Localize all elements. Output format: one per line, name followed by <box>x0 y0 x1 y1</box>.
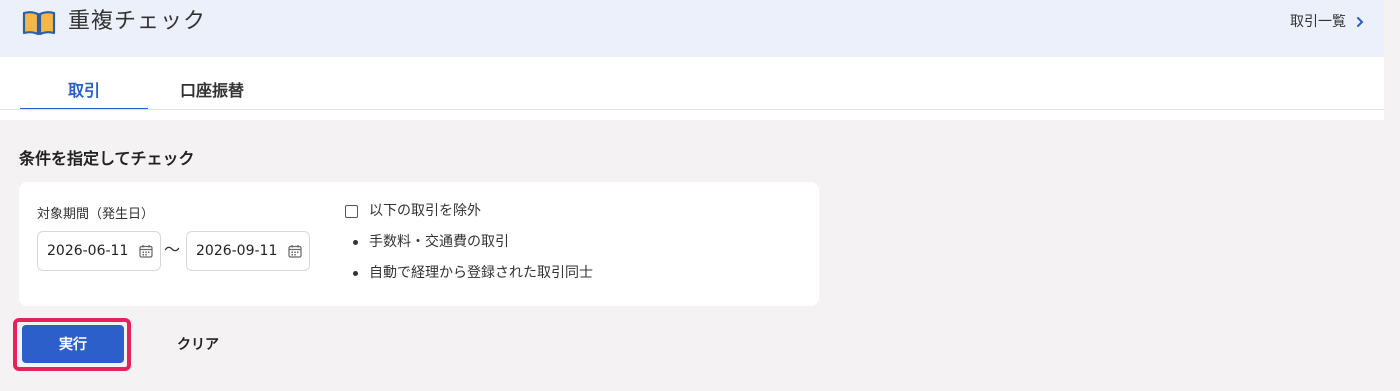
date-from-value: 2026-06-11 <box>47 243 129 259</box>
exclude-option[interactable]: 以下の取引を除外 <box>345 201 481 221</box>
run-button[interactable]: 実行 <box>22 325 124 363</box>
page-title: 重複チェック <box>68 9 207 34</box>
exclude-checkbox[interactable] <box>345 204 358 218</box>
transaction-list-link[interactable]: 取引一覧 <box>1290 12 1366 32</box>
period-label: 対象期間（発生日） <box>37 207 155 222</box>
section-title: 条件を指定してチェック <box>19 149 195 168</box>
date-from-input[interactable]: 2026-06-11 <box>37 231 161 271</box>
scrollbar[interactable] <box>1384 0 1400 391</box>
date-to-input[interactable]: 2026-09-11 <box>186 231 310 271</box>
list-item: 手数料・交通費の取引 <box>350 232 593 252</box>
transaction-list-link-label: 取引一覧 <box>1290 14 1346 30</box>
calendar-icon[interactable] <box>139 244 153 258</box>
page-header: 重複チェック 取引一覧 <box>0 0 1384 57</box>
date-to-value: 2026-09-11 <box>196 243 278 259</box>
tab-account-transfer[interactable]: 口座振替 <box>148 79 276 110</box>
tab-divider <box>0 109 1384 110</box>
exclude-label: 以下の取引を除外 <box>369 203 481 219</box>
calendar-icon[interactable] <box>288 244 302 258</box>
book-open-icon <box>22 11 56 36</box>
chevron-right-icon <box>1357 17 1364 27</box>
date-range-separator: 〜 <box>164 240 181 259</box>
filter-card: 対象期間（発生日） 2026-06-11 〜 2026-09-11 以下の取引を… <box>19 182 819 306</box>
tab-bar: 取引 口座振替 <box>0 57 1384 120</box>
clear-button[interactable]: クリア <box>148 325 248 363</box>
exclude-list: 手数料・交通費の取引 自動で経理から登録された取引同士 <box>350 232 593 294</box>
list-item: 自動で経理から登録された取引同士 <box>350 263 593 283</box>
tab-transactions[interactable]: 取引 <box>20 79 148 110</box>
